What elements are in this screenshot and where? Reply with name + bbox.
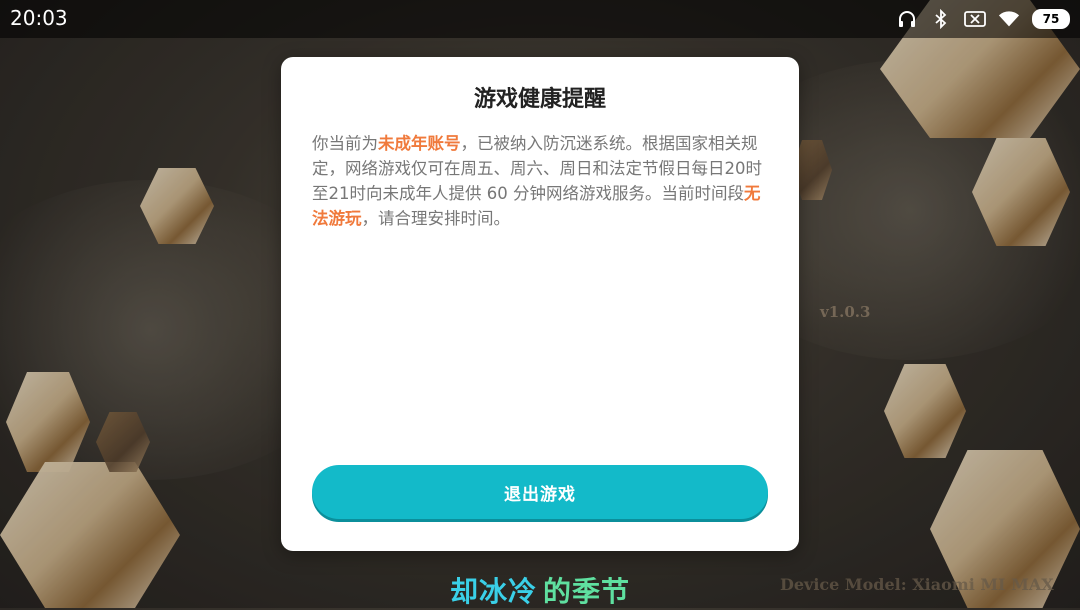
dialog-message: 你当前为未成年账号，已被纳入防沉迷系统。根据国家相关规定，网络游戏仅可在周五、周…	[312, 131, 775, 231]
status-time: 20:03	[10, 6, 68, 30]
subtitle-part-2: 的季节	[543, 575, 631, 608]
headphones-icon	[896, 8, 918, 30]
message-suffix: ，请合理安排时间。	[361, 209, 511, 228]
bluetooth-icon	[930, 8, 952, 30]
message-prefix: 你当前为	[312, 134, 378, 153]
minor-account-highlight: 未成年账号	[378, 134, 461, 153]
health-reminder-dialog: 游戏健康提醒 你当前为未成年账号，已被纳入防沉迷系统。根据国家相关规定，网络游戏…	[281, 57, 799, 551]
status-bar: 20:03 75	[0, 0, 1080, 38]
exit-game-button[interactable]: 退出游戏	[312, 465, 768, 519]
status-icons: 75	[896, 7, 1070, 31]
wifi-icon	[998, 8, 1020, 30]
subtitle-part-1: 却冰冷	[449, 575, 537, 608]
battery-indicator: 75	[1032, 9, 1070, 29]
story-subtitle: 却冰冷 的季节	[0, 570, 1080, 610]
dialog-title: 游戏健康提醒	[473, 87, 606, 112]
sim-card-off-icon	[964, 8, 986, 30]
